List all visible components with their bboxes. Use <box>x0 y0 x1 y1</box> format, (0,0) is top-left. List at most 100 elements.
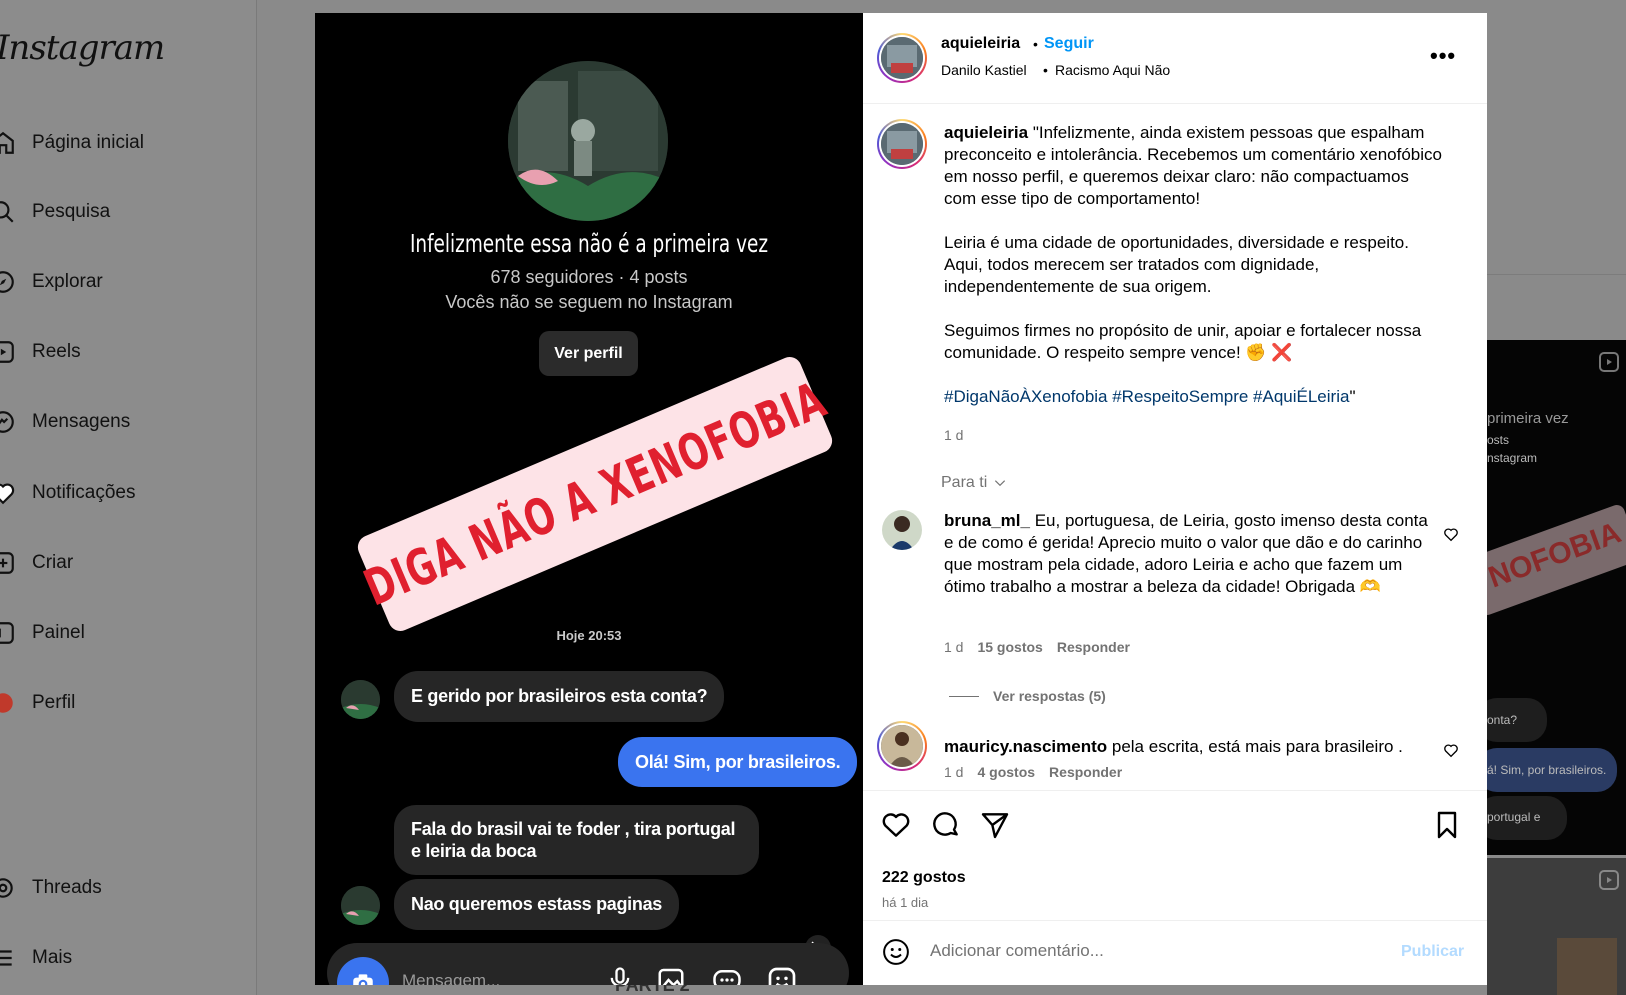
divider <box>949 695 979 697</box>
add-comment-bar: Publicar <box>863 920 1487 985</box>
sidebar-item-create[interactable]: Criar <box>0 543 257 583</box>
emoji-icon[interactable] <box>881 937 911 967</box>
comment-likes[interactable]: 4 gostos <box>977 764 1035 780</box>
avatar[interactable] <box>882 510 922 550</box>
comment-likes[interactable]: 15 gostos <box>977 639 1042 655</box>
comment-icon[interactable] <box>930 809 962 841</box>
comment-input[interactable] <box>930 941 1370 961</box>
story-title: Infelizmente essa não é a primeira vez <box>409 229 769 258</box>
comment-sort-dropdown[interactable]: Para ti <box>941 474 1007 492</box>
more-options-icon[interactable] <box>711 965 743 985</box>
comment-username[interactable]: mauricy.nascimento <box>944 737 1107 756</box>
sidebar-item-reels[interactable]: Reels <box>0 332 257 372</box>
sidebar-item-profile[interactable]: Perfil <box>0 683 257 723</box>
comment-username[interactable]: bruna_ml_ <box>944 511 1030 530</box>
sidebar-item-label: Mais <box>32 947 73 968</box>
gallery-icon[interactable] <box>656 965 686 985</box>
thumb-title: primeira vez <box>1487 410 1569 427</box>
background-thumbnail[interactable]: primeira vez osts nstagram NOFOBIA onta?… <box>1487 340 1626 855</box>
reels-icon <box>0 332 32 372</box>
messenger-icon <box>0 402 32 442</box>
sidebar-item-label: Reels <box>32 341 81 362</box>
story-follow-note: Vocês não se seguem no Instagram <box>445 292 733 312</box>
sidebar: Instagram Página inicial Pesquisa Explor… <box>0 0 257 995</box>
sidebar-item-search[interactable]: Pesquisa <box>0 192 257 232</box>
publish-button[interactable]: Publicar <box>1401 943 1464 961</box>
menu-icon <box>0 938 32 978</box>
chat-message: Fala do brasil vai te foder , tira portu… <box>394 805 759 875</box>
view-replies-label: Ver respostas (5) <box>993 688 1106 704</box>
thumb-text: osts <box>1487 433 1510 447</box>
thumb-text: nstagram <box>1487 451 1538 465</box>
background-thumbnail[interactable] <box>1487 858 1626 995</box>
reply-button[interactable]: Responder <box>1057 639 1130 655</box>
comment-like-icon[interactable] <box>1443 527 1459 543</box>
sort-label: Para ti <box>941 474 988 491</box>
sidebar-item-dashboard[interactable]: Painel <box>0 613 257 653</box>
thumb-text: portugal e <box>1487 810 1541 824</box>
thumb-image <box>1557 938 1617 995</box>
text-sticker: DIGA NÃO A XENOFOBIA <box>354 353 836 635</box>
view-replies-button[interactable]: Ver respostas (5) <box>949 688 1106 704</box>
sidebar-item-label: Threads <box>32 877 102 898</box>
avatar[interactable] <box>877 721 927 771</box>
search-icon <box>0 192 32 232</box>
like-heart-icon[interactable] <box>880 809 912 841</box>
follow-button[interactable]: Seguir <box>1044 35 1094 53</box>
sidebar-item-label: Painel <box>32 622 85 643</box>
sticker-text: DIGA NÃO A XENOFOBIA <box>355 370 835 618</box>
plus-square-icon <box>0 543 32 583</box>
post-caption: aquieleiria "Infelizmente, ainda existem… <box>944 122 1444 430</box>
separator-dot: • <box>1033 36 1038 52</box>
thumb-sticker: NOFOBIA <box>1487 502 1626 618</box>
sidebar-item-explore[interactable]: Explorar <box>0 262 257 302</box>
caption-timestamp: 1 d <box>944 427 964 443</box>
avatar[interactable] <box>877 119 927 169</box>
sidebar-item-label: Perfil <box>32 692 76 713</box>
sidebar-item-label: Mensagens <box>32 411 131 432</box>
reels-icon <box>1599 352 1619 372</box>
instagram-logo[interactable]: Instagram <box>0 28 165 68</box>
share-send-icon[interactable] <box>979 809 1011 841</box>
audio-title[interactable]: Racismo Aqui Não <box>1055 62 1170 78</box>
chat-timestamp: Hoje 20:53 <box>556 628 622 643</box>
caption-hashtags[interactable]: #DigaNãoÀXenofobia #RespeitoSempre #Aqui… <box>944 387 1349 406</box>
caption-text: Seguimos firmes no propósito de unir, ap… <box>944 321 1422 362</box>
sidebar-item-home[interactable]: Página inicial <box>0 123 257 163</box>
thumb-text: á! Sim, por brasileiros. <box>1487 763 1607 777</box>
reply-button[interactable]: Responder <box>1049 764 1122 780</box>
caption-text: " <box>1349 387 1356 406</box>
sticker-icon[interactable] <box>766 965 798 985</box>
avatar <box>341 886 380 925</box>
chevron-down-icon <box>995 480 1006 487</box>
caption-username[interactable]: aquieleiria <box>944 123 1028 142</box>
sidebar-item-label: Criar <box>32 552 74 573</box>
sidebar-item-threads[interactable]: Threads <box>0 868 257 908</box>
avatar[interactable] <box>877 33 927 83</box>
comment-like-icon[interactable] <box>1443 743 1459 759</box>
audio-author[interactable]: Danilo Kastiel <box>941 62 1027 78</box>
microphone-icon[interactable] <box>606 965 634 985</box>
message-input[interactable]: Mensagem... <box>402 971 500 985</box>
view-profile-button[interactable]: Ver perfil <box>539 331 638 376</box>
sidebar-item-more[interactable]: Mais <box>0 938 257 978</box>
sidebar-item-messages[interactable]: Mensagens <box>0 402 257 442</box>
likes-count[interactable]: 222 gostos <box>882 869 966 887</box>
save-bookmark-icon[interactable] <box>1431 809 1463 841</box>
sidebar-item-notifications[interactable]: Notificações <box>0 473 257 513</box>
sidebar-item-label: Notificações <box>32 482 136 503</box>
comment-meta: 1 d 15 gostos Responder <box>944 639 1130 655</box>
comment-meta: 1 d 4 gostos Responder <box>944 764 1122 780</box>
sidebar-item-label: Pesquisa <box>32 201 111 222</box>
thumb-text: onta? <box>1487 713 1518 727</box>
dashboard-icon <box>0 613 32 653</box>
story-profile-picture <box>508 61 668 221</box>
post-actions: 222 gostos há 1 dia <box>863 790 1487 920</box>
background-profile-header <box>1487 0 1626 275</box>
heart-icon <box>0 473 32 513</box>
post-media: Infelizmente essa não é a primeira vez 6… <box>315 13 863 985</box>
avatar <box>341 680 380 719</box>
comment-item: mauricy.nascimento pela escrita, está ma… <box>944 736 1434 758</box>
post-author-username[interactable]: aquieleiria <box>941 35 1020 53</box>
more-options-icon[interactable]: ••• <box>1430 43 1456 69</box>
